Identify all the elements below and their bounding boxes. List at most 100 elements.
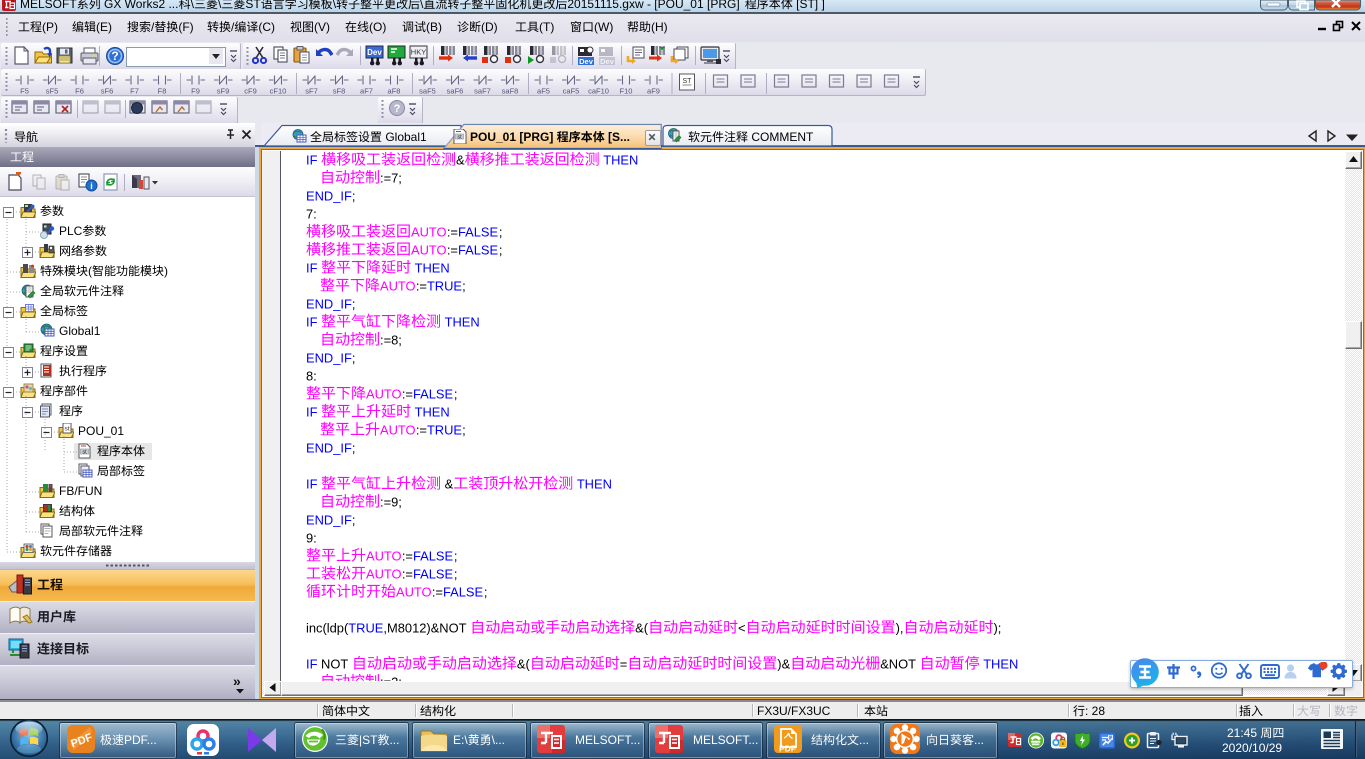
svg-text:TRUE: TRUE xyxy=(426,423,461,438)
svg-text:TRUE: TRUE xyxy=(426,279,461,294)
svg-text:2020/10/29: 2020/10/29 xyxy=(1222,741,1282,755)
svg-text:aF7: aF7 xyxy=(360,87,373,96)
svg-text:IF: IF xyxy=(306,405,318,420)
svg-text:IF: IF xyxy=(306,657,318,672)
svg-text:=: = xyxy=(619,657,627,672)
svg-text:st: st xyxy=(64,426,69,433)
svg-text:THEN: THEN xyxy=(983,657,1018,672)
svg-text:AUTO: AUTO xyxy=(396,585,432,600)
svg-text:MELSOFT...: MELSOFT... xyxy=(575,733,640,747)
svg-text:,M8012)&NOT: ,M8012)&NOT xyxy=(383,621,466,636)
svg-text:: 28: : 28 xyxy=(1085,704,1105,718)
svg-text:cF10: cF10 xyxy=(270,87,287,96)
svg-text::=9;: :=9; xyxy=(380,495,402,510)
svg-text:\: \ xyxy=(218,0,222,12)
svg-text:E:\: E:\ xyxy=(453,733,468,747)
svg-text:IF: IF xyxy=(306,315,318,330)
svg-text:|ST: |ST xyxy=(359,733,378,747)
svg-text::=: := xyxy=(415,279,426,294)
svg-text:&: & xyxy=(456,153,465,168)
svg-text::=: := xyxy=(431,585,442,600)
svg-text:saF8: saF8 xyxy=(502,87,519,96)
svg-text:Dev: Dev xyxy=(579,57,594,66)
svg-text:Global1: Global1 xyxy=(59,324,101,338)
svg-text:[ST] ]: [ST] ] xyxy=(796,0,825,12)
svg-text:;: ; xyxy=(462,423,466,438)
svg-text:THEN: THEN xyxy=(576,477,611,492)
svg-text:sF6: sF6 xyxy=(101,87,114,96)
svg-text:Dev: Dev xyxy=(367,48,382,57)
svg-text:MELSOFT...: MELSOFT... xyxy=(693,733,758,747)
svg-text:PDF: PDF xyxy=(779,744,796,754)
svg-text:aF9: aF9 xyxy=(647,87,660,96)
svg-text:FALSE: FALSE xyxy=(442,585,483,600)
svg-text:<: < xyxy=(738,621,746,636)
svg-text:AUTO: AUTO xyxy=(380,279,416,294)
svg-text:;: ; xyxy=(483,585,487,600)
svg-text:sF8: sF8 xyxy=(333,87,346,96)
svg-text:;: ; xyxy=(498,243,502,258)
svg-text:ST: ST xyxy=(683,78,693,85)
svg-text:;: ; xyxy=(453,387,457,402)
svg-text:sF7: sF7 xyxy=(305,87,318,96)
svg-text:POU_01: POU_01 xyxy=(78,424,124,438)
svg-text:20151115.gxw - [POU_01 [PRG]: 20151115.gxw - [POU_01 [PRG] xyxy=(567,0,739,12)
svg-text:(D): (D) xyxy=(481,20,498,34)
svg-text:IF: IF xyxy=(306,153,318,168)
svg-text:»: » xyxy=(233,674,241,689)
svg-text:i: i xyxy=(90,181,93,191)
svg-text::=8;: :=8; xyxy=(380,333,402,348)
svg-text:aF8: aF8 xyxy=(388,87,401,96)
svg-text:;: ; xyxy=(462,279,466,294)
svg-text:POU_01 [PRG]: POU_01 [PRG] xyxy=(470,130,553,144)
svg-text:IF: IF xyxy=(306,477,318,492)
svg-text:F5: F5 xyxy=(20,87,29,96)
svg-text:st: st xyxy=(82,449,87,455)
svg-text:Global1: Global1 xyxy=(385,130,427,144)
svg-text:F8: F8 xyxy=(158,87,167,96)
svg-text:caF5: caF5 xyxy=(563,87,580,96)
svg-text:&: & xyxy=(444,477,453,492)
svg-text:MELSOFT: MELSOFT xyxy=(20,0,77,12)
svg-text:\: \ xyxy=(420,0,424,12)
svg-text:PLC: PLC xyxy=(59,224,83,238)
svg-text:F6: F6 xyxy=(75,87,84,96)
svg-text:(H): (H) xyxy=(651,20,668,34)
svg-text:THEN: THEN xyxy=(603,153,638,168)
svg-text:): ) xyxy=(164,264,168,278)
svg-text:saF5: saF5 xyxy=(419,87,436,96)
svg-text:FALSE: FALSE xyxy=(457,243,498,258)
svg-text:aF5: aF5 xyxy=(537,87,550,96)
svg-text:Dev: Dev xyxy=(600,57,615,66)
svg-text:);: ); xyxy=(993,621,1001,636)
svg-text:\: \ xyxy=(191,0,195,12)
svg-text:?: ? xyxy=(111,49,118,63)
svg-text:\: \ xyxy=(333,0,337,12)
svg-text:(F): (F) xyxy=(178,20,193,34)
svg-text:(E): (E) xyxy=(96,20,112,34)
svg-text:&(: &( xyxy=(635,621,649,636)
svg-text:PDF...: PDF... xyxy=(124,733,157,747)
svg-text:(P): (P) xyxy=(42,20,58,34)
svg-text:saF6: saF6 xyxy=(447,87,464,96)
svg-text:sF5: sF5 xyxy=(46,87,59,96)
svg-text:(C): (C) xyxy=(258,20,275,34)
svg-text:;: ; xyxy=(351,189,355,204)
svg-text:...: ... xyxy=(974,733,984,747)
svg-text:FX3U/FX3UC: FX3U/FX3UC xyxy=(757,704,831,718)
svg-text:ST: ST xyxy=(245,0,261,12)
svg-text::=7;: :=7; xyxy=(380,171,402,186)
svg-text:...: ... xyxy=(389,733,399,747)
svg-text:F10: F10 xyxy=(620,87,633,96)
svg-text:...: ... xyxy=(859,733,869,747)
svg-text:&NOT: &NOT xyxy=(880,657,916,672)
svg-text:;: ; xyxy=(351,513,355,528)
svg-text:HKY: HKY xyxy=(411,48,426,57)
svg-text:F7: F7 xyxy=(130,87,139,96)
svg-text:;: ; xyxy=(351,351,355,366)
svg-text:(B): (B) xyxy=(426,20,442,34)
svg-text:),: ), xyxy=(895,621,903,636)
svg-text:inc(ldp(: inc(ldp( xyxy=(306,621,349,636)
svg-text:FB/FUN: FB/FUN xyxy=(59,484,102,498)
svg-text:caF10: caF10 xyxy=(588,87,609,96)
